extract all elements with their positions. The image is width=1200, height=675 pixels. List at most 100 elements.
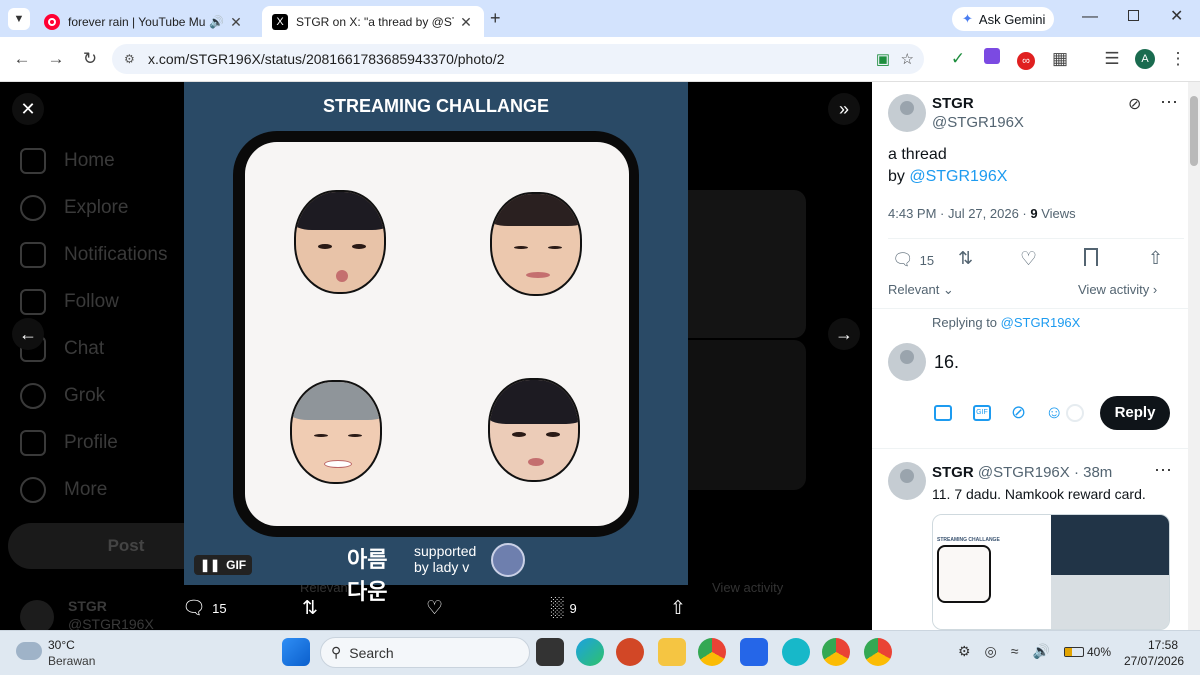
edge-icon[interactable]: [576, 638, 604, 666]
tweet-author[interactable]: STGR: [932, 95, 974, 112]
close-icon[interactable]: ✕: [228, 14, 244, 30]
share-icon[interactable]: ⇧: [1148, 248, 1163, 269]
menu-kebab-icon[interactable]: ⋮: [1166, 47, 1190, 71]
file-explorer-icon[interactable]: [658, 638, 686, 666]
bookmark-icon[interactable]: [1084, 248, 1098, 266]
views-action[interactable]: ░ 9: [550, 590, 577, 626]
address-bar[interactable]: ⚙ x.com/STGR196X/status/2081661783685943…: [112, 44, 924, 74]
tab-title: STGR on X: "a thread by @STGR: [296, 14, 454, 29]
profile-avatar[interactable]: A: [1135, 49, 1155, 69]
gif-icon[interactable]: GIF: [973, 405, 991, 421]
share-action[interactable]: ⇧: [670, 590, 686, 626]
reply-author[interactable]: STGR: [932, 464, 974, 481]
battery-icon[interactable]: [1064, 647, 1084, 657]
bookmark-star-icon[interactable]: ☆: [901, 50, 914, 68]
relevant-dropdown[interactable]: Relevant ⌄: [888, 282, 954, 298]
search-icon: ⚲: [331, 644, 342, 660]
infinity-extension-icon[interactable]: ∞: [1014, 47, 1038, 71]
more-options-icon[interactable]: ⋯: [1154, 460, 1172, 481]
grok-icon: [20, 383, 46, 409]
view-activity-link[interactable]: View activity ›: [1078, 282, 1157, 297]
media-control-icon[interactable]: ☰: [1100, 47, 1124, 71]
eye-shape: [318, 244, 332, 249]
eye-shape: [348, 434, 362, 437]
pause-icon[interactable]: ❚❚: [200, 558, 220, 572]
powerpoint-icon[interactable]: [616, 638, 644, 666]
maximize-button[interactable]: [1128, 10, 1139, 21]
weather-icon[interactable]: [16, 642, 42, 660]
hair-shape: [296, 192, 384, 230]
avatar[interactable]: [888, 462, 926, 500]
ask-gemini-button[interactable]: ✦ Ask Gemini: [952, 7, 1054, 31]
heart-icon[interactable]: ♡: [1020, 248, 1037, 271]
previous-arrow-icon[interactable]: ←: [12, 318, 44, 350]
grok-icon[interactable]: ⊘: [1128, 94, 1141, 114]
reply-action[interactable]: 🗨 15: [182, 590, 227, 626]
reply-input[interactable]: 16.: [934, 352, 959, 373]
clock-date[interactable]: 27/07/2026: [1124, 654, 1184, 668]
sidebar-item-label: More: [64, 479, 108, 500]
expand-panel-icon[interactable]: »: [828, 93, 860, 125]
puzzle-extensions-icon[interactable]: ▦: [1048, 47, 1072, 71]
install-app-icon[interactable]: ▣: [876, 50, 890, 68]
reply-action[interactable]: 🗨 15: [892, 250, 934, 270]
divider: [872, 448, 1188, 449]
chrome-profile-icon[interactable]: [822, 638, 850, 666]
thumb-card: [937, 545, 991, 603]
tray-icons[interactable]: ⚙◎≈🔊: [958, 643, 1064, 660]
like-action[interactable]: ♡: [426, 590, 443, 626]
mention-link[interactable]: @STGR196X: [909, 168, 1007, 185]
weather-desc[interactable]: Berawan: [48, 654, 95, 668]
avatar[interactable]: [888, 94, 926, 132]
windows-start-icon[interactable]: [282, 638, 310, 666]
weather-temp[interactable]: 30°C: [48, 638, 75, 652]
tab-x-post[interactable]: X STGR on X: "a thread by @STGR ✕: [262, 6, 484, 37]
forward-icon[interactable]: →: [44, 47, 68, 71]
sidebar-item-label: Chat: [64, 338, 105, 359]
more-options-icon[interactable]: ⋯: [1160, 92, 1178, 113]
reload-icon[interactable]: ↻: [78, 47, 102, 71]
grok-icon[interactable]: ⊘: [1011, 402, 1026, 423]
repost-icon[interactable]: ⇅: [958, 248, 973, 269]
canva-icon[interactable]: [782, 638, 810, 666]
tab-search-button[interactable]: ▼: [8, 8, 30, 30]
sidebar-item-home: Home: [20, 146, 115, 176]
media-action-bar: 🗨 15 ⇅ ♡ ░ 9 ⇧: [0, 590, 872, 630]
purple-extension-icon[interactable]: [980, 47, 1004, 71]
repost-action[interactable]: ⇅: [302, 590, 318, 626]
mouth-shape: [528, 458, 544, 466]
next-arrow-icon[interactable]: →: [828, 318, 860, 350]
gif-control[interactable]: ❚❚ GIF: [194, 555, 252, 575]
reply-post-media[interactable]: STREAMING CHALLANGE: [932, 514, 1170, 630]
scrollbar-thumb[interactable]: [1190, 96, 1198, 166]
reply-button[interactable]: Reply: [1100, 396, 1170, 430]
emoji-icon[interactable]: ☺: [1045, 402, 1063, 423]
thumb-dark-panel: [1051, 515, 1169, 575]
app-m-icon[interactable]: [740, 638, 768, 666]
replying-handle[interactable]: @STGR196X: [1001, 315, 1081, 330]
close-icon[interactable]: ✕: [12, 93, 44, 125]
tweet-text-line1: a thread: [888, 146, 947, 163]
reply-handle-time[interactable]: @STGR196X · 38m: [978, 464, 1112, 481]
site-info-icon[interactable]: ⚙: [124, 52, 135, 66]
tab-youtube-music[interactable]: forever rain | YouTube Music 🔊 ✕: [34, 6, 254, 37]
face-sticker: [290, 380, 382, 484]
views-count: 9: [569, 600, 577, 616]
minimize-button[interactable]: —: [1082, 8, 1098, 26]
tweet-time[interactable]: 4:43 PM · Jul 27, 2026 ·: [888, 206, 1030, 221]
check-extension-icon[interactable]: ✓: [946, 47, 970, 71]
mouth-shape: [336, 270, 348, 282]
task-view-icon[interactable]: [536, 638, 564, 666]
back-icon[interactable]: ←: [10, 47, 34, 71]
clock-time[interactable]: 17:58: [1148, 638, 1178, 652]
avatar[interactable]: [888, 343, 926, 381]
taskbar-search[interactable]: ⚲ Search: [320, 637, 530, 668]
close-icon[interactable]: ✕: [458, 14, 474, 30]
new-tab-button[interactable]: +: [490, 9, 508, 27]
close-window-button[interactable]: ✕: [1170, 6, 1183, 26]
chrome-icon[interactable]: [698, 638, 726, 666]
chrome-guest-icon[interactable]: [864, 638, 892, 666]
image-icon[interactable]: [934, 405, 952, 421]
tweet-handle[interactable]: @STGR196X: [932, 114, 1024, 131]
face-sticker: [294, 190, 386, 294]
